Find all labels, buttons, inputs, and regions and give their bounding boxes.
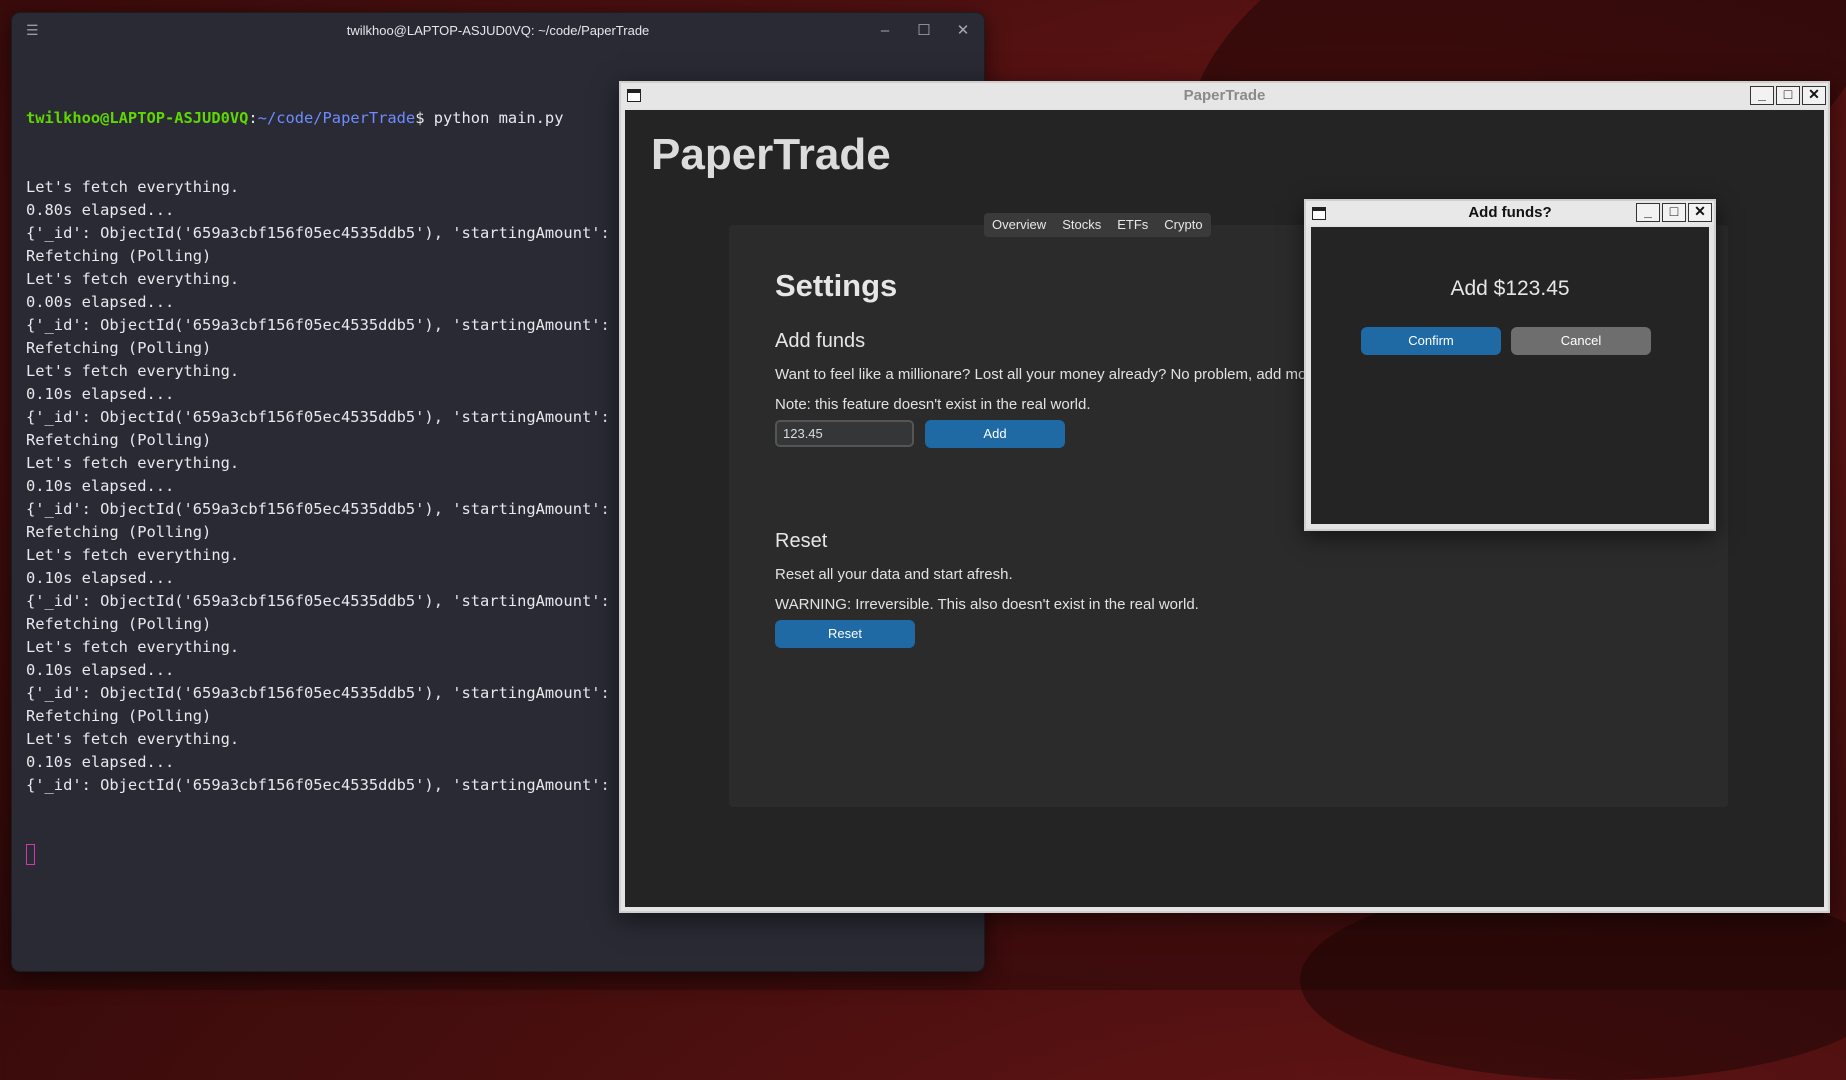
prompt-user: twilkhoo@LAPTOP-ASJUD0VQ <box>26 109 249 127</box>
confirm-button[interactable]: Confirm <box>1361 327 1501 355</box>
reset-heading: Reset <box>775 530 828 552</box>
prompt-path: ~/code/PaperTrade <box>257 109 416 127</box>
add-button[interactable]: Add <box>925 420 1065 448</box>
terminal-cursor <box>26 844 35 865</box>
add-funds-note: Note: this feature doesn't exist in the … <box>775 396 1091 413</box>
reset-warning: WARNING: Irreversible. This also doesn't… <box>775 596 1199 613</box>
close-button[interactable]: ✕ <box>1802 86 1826 105</box>
terminal-title: twilkhoo@LAPTOP-ASJUD0VQ: ~/code/PaperTr… <box>346 23 650 38</box>
tab-etfs[interactable]: ETFs <box>1109 213 1156 237</box>
dialog-minimize-button[interactable]: _ <box>1636 203 1660 222</box>
dialog-content: Add $123.45 Confirm Cancel <box>1311 227 1709 524</box>
add-funds-heading: Add funds <box>775 330 866 352</box>
add-funds-description: Want to feel like a millionare? Lost all… <box>775 366 1307 383</box>
settings-title: Settings <box>775 268 898 303</box>
tab-stocks[interactable]: Stocks <box>1054 213 1109 237</box>
amount-input[interactable]: 123.45 <box>775 420 914 447</box>
maximize-icon[interactable]: ☐ <box>911 19 937 43</box>
close-icon[interactable]: ✕ <box>950 19 976 43</box>
dialog-message: Add $123.45 <box>1450 277 1570 300</box>
papertrade-titlebar[interactable]: PaperTrade _ □ ✕ <box>621 83 1828 108</box>
reset-description: Reset all your data and start afresh. <box>775 566 1013 583</box>
add-funds-dialog[interactable]: Add funds? _ □ ✕ Add $123.45 Confirm Can… <box>1304 199 1716 531</box>
maximize-button[interactable]: □ <box>1776 86 1800 105</box>
dialog-maximize-button[interactable]: □ <box>1662 203 1686 222</box>
minimize-button[interactable]: _ <box>1750 86 1774 105</box>
window-title: PaperTrade <box>1183 87 1266 104</box>
tab-crypto[interactable]: Crypto <box>1156 213 1210 237</box>
dialog-titlebar[interactable]: Add funds? _ □ ✕ <box>1306 201 1714 225</box>
terminal-titlebar[interactable]: ☰ twilkhoo@LAPTOP-ASJUD0VQ: ~/code/Paper… <box>12 13 984 49</box>
cancel-button[interactable]: Cancel <box>1511 327 1651 355</box>
app-heading: PaperTrade <box>651 130 891 179</box>
tab-bar: Overview Stocks ETFs Crypto <box>984 213 1211 237</box>
reset-button[interactable]: Reset <box>775 620 915 648</box>
minimize-icon[interactable]: – <box>872 19 898 43</box>
tab-overview[interactable]: Overview <box>984 213 1054 237</box>
prompt-separator: : <box>248 109 258 127</box>
prompt-command: $ python main.py <box>415 109 564 127</box>
dialog-close-button[interactable]: ✕ <box>1688 203 1712 222</box>
